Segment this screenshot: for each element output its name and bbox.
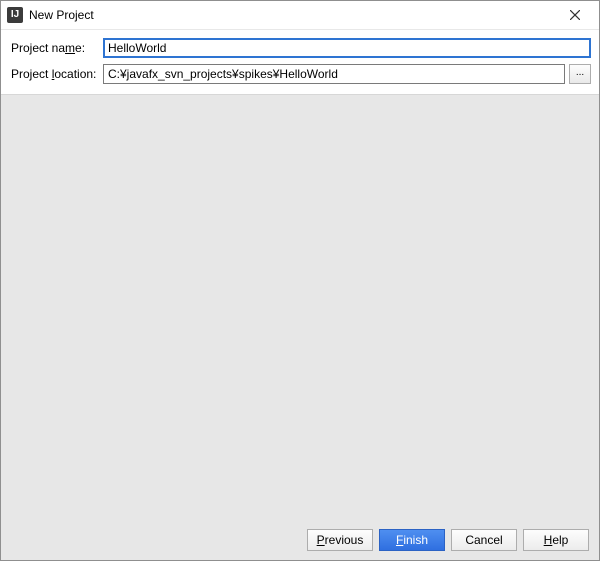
browse-location-button[interactable]: ... (569, 64, 591, 84)
project-location-input[interactable] (103, 64, 565, 84)
project-location-label: Project location: (9, 67, 103, 81)
button-bar: Previous Finish Cancel Help (1, 520, 599, 560)
close-icon (570, 10, 580, 20)
dialog-body (1, 94, 599, 520)
project-name-label: Project name: (9, 41, 103, 55)
help-button[interactable]: Help (523, 529, 589, 551)
previous-button[interactable]: Previous (307, 529, 373, 551)
project-name-row: Project name: (9, 38, 591, 58)
finish-button[interactable]: Finish (379, 529, 445, 551)
titlebar: IJ New Project (1, 1, 599, 30)
new-project-dialog: IJ New Project Project name: Project loc… (0, 0, 600, 561)
cancel-button[interactable]: Cancel (451, 529, 517, 551)
project-location-row: Project location: ... (9, 64, 591, 84)
close-button[interactable] (555, 1, 595, 29)
project-name-input[interactable] (103, 38, 591, 58)
window-title: New Project (29, 8, 555, 22)
form-area: Project name: Project location: ... (1, 30, 599, 94)
project-location-field-wrap: ... (103, 64, 591, 84)
app-icon: IJ (7, 7, 23, 23)
project-name-field-wrap (103, 38, 591, 58)
